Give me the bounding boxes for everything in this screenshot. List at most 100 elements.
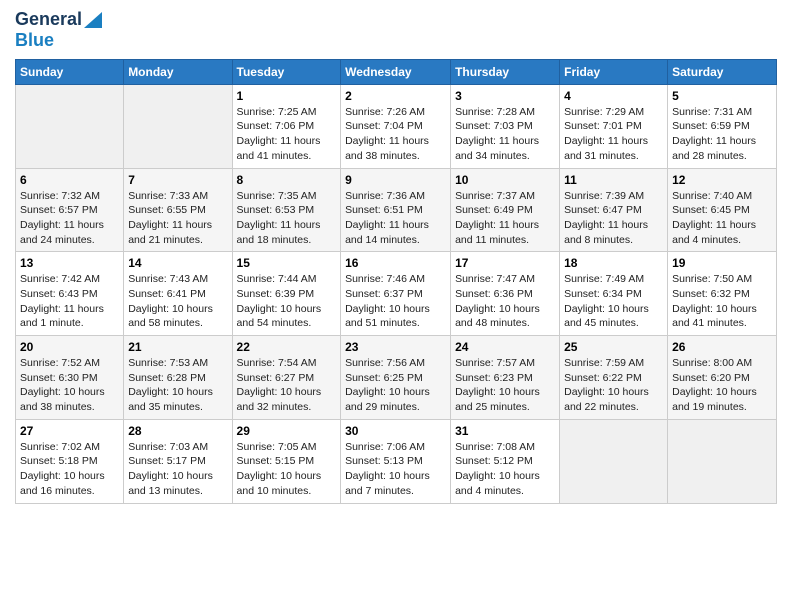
day-info: Sunrise: 7:40 AM Sunset: 6:45 PM Dayligh… xyxy=(672,189,772,248)
day-info: Sunrise: 7:37 AM Sunset: 6:49 PM Dayligh… xyxy=(455,189,555,248)
calendar-cell: 26 Sunrise: 8:00 AM Sunset: 6:20 PM Dayli… xyxy=(668,336,777,420)
day-number: 7 xyxy=(128,173,227,187)
day-number: 17 xyxy=(455,256,555,270)
day-number: 22 xyxy=(237,340,337,354)
calendar-cell xyxy=(124,84,232,168)
calendar-week-row: 13 Sunrise: 7:42 AM Sunset: 6:43 PM Dayli… xyxy=(16,252,777,336)
day-info: Sunrise: 7:06 AM Sunset: 5:13 PM Dayligh… xyxy=(345,440,446,499)
calendar-cell: 4Sunrise: 7:29 AM Sunset: 7:01 PM Daylig… xyxy=(560,84,668,168)
day-number: 26 xyxy=(672,340,772,354)
day-number: 11 xyxy=(564,173,663,187)
calendar-cell: 11 Sunrise: 7:39 AM Sunset: 6:47 PM Dayli… xyxy=(560,168,668,252)
day-info: Sunrise: 7:54 AM Sunset: 6:27 PM Dayligh… xyxy=(237,356,337,415)
calendar-cell xyxy=(16,84,124,168)
day-number: 18 xyxy=(564,256,663,270)
calendar-cell: 13 Sunrise: 7:42 AM Sunset: 6:43 PM Dayli… xyxy=(16,252,124,336)
calendar-cell: 29Sunrise: 7:05 AM Sunset: 5:15 PM Dayli… xyxy=(232,419,341,503)
day-info: Sunrise: 7:42 AM Sunset: 6:43 PM Dayligh… xyxy=(20,272,119,331)
calendar-cell: 25Sunrise: 7:59 AM Sunset: 6:22 PM Dayli… xyxy=(560,336,668,420)
calendar-week-row: 1 Sunrise: 7:25 AM Sunset: 7:06 PM Daylig… xyxy=(16,84,777,168)
day-of-week-header: Saturday xyxy=(668,59,777,84)
calendar-cell xyxy=(668,419,777,503)
calendar-cell: 28 Sunrise: 7:03 AM Sunset: 5:17 PM Dayli… xyxy=(124,419,232,503)
calendar-cell: 23 Sunrise: 7:56 AM Sunset: 6:25 PM Dayli… xyxy=(341,336,451,420)
logo-icon xyxy=(84,8,102,28)
day-info: Sunrise: 7:32 AM Sunset: 6:57 PM Dayligh… xyxy=(20,189,119,248)
calendar-cell: 15Sunrise: 7:44 AM Sunset: 6:39 PM Dayli… xyxy=(232,252,341,336)
day-number: 1 xyxy=(237,89,337,103)
day-info: Sunrise: 7:29 AM Sunset: 7:01 PM Dayligh… xyxy=(564,105,663,164)
calendar-cell: 16 Sunrise: 7:46 AM Sunset: 6:37 PM Dayli… xyxy=(341,252,451,336)
calendar-week-row: 20 Sunrise: 7:52 AM Sunset: 6:30 PM Dayli… xyxy=(16,336,777,420)
day-info: Sunrise: 7:25 AM Sunset: 7:06 PM Dayligh… xyxy=(237,105,337,164)
calendar-cell: 8 Sunrise: 7:35 AM Sunset: 6:53 PM Daylig… xyxy=(232,168,341,252)
calendar-cell: 6 Sunrise: 7:32 AM Sunset: 6:57 PM Daylig… xyxy=(16,168,124,252)
day-number: 23 xyxy=(345,340,446,354)
calendar-cell: 27Sunrise: 7:02 AM Sunset: 5:18 PM Dayli… xyxy=(16,419,124,503)
day-info: Sunrise: 7:02 AM Sunset: 5:18 PM Dayligh… xyxy=(20,440,119,499)
day-info: Sunrise: 7:46 AM Sunset: 6:37 PM Dayligh… xyxy=(345,272,446,331)
day-number: 12 xyxy=(672,173,772,187)
day-number: 28 xyxy=(128,424,227,438)
day-info: Sunrise: 7:33 AM Sunset: 6:55 PM Dayligh… xyxy=(128,189,227,248)
calendar-cell: 21 Sunrise: 7:53 AM Sunset: 6:28 PM Dayli… xyxy=(124,336,232,420)
day-number: 31 xyxy=(455,424,555,438)
day-info: Sunrise: 7:03 AM Sunset: 5:17 PM Dayligh… xyxy=(128,440,227,499)
calendar-cell xyxy=(560,419,668,503)
day-info: Sunrise: 7:57 AM Sunset: 6:23 PM Dayligh… xyxy=(455,356,555,415)
day-of-week-header: Monday xyxy=(124,59,232,84)
calendar-cell: 7 Sunrise: 7:33 AM Sunset: 6:55 PM Daylig… xyxy=(124,168,232,252)
day-info: Sunrise: 7:43 AM Sunset: 6:41 PM Dayligh… xyxy=(128,272,227,331)
day-of-week-header: Friday xyxy=(560,59,668,84)
calendar-cell: 30 Sunrise: 7:06 AM Sunset: 5:13 PM Dayli… xyxy=(341,419,451,503)
day-number: 30 xyxy=(345,424,446,438)
calendar-week-row: 27Sunrise: 7:02 AM Sunset: 5:18 PM Dayli… xyxy=(16,419,777,503)
calendar-cell: 22 Sunrise: 7:54 AM Sunset: 6:27 PM Dayli… xyxy=(232,336,341,420)
calendar-cell: 17Sunrise: 7:47 AM Sunset: 6:36 PM Dayli… xyxy=(451,252,560,336)
calendar-cell: 12 Sunrise: 7:40 AM Sunset: 6:45 PM Dayli… xyxy=(668,168,777,252)
calendar-cell: 19 Sunrise: 7:50 AM Sunset: 6:32 PM Dayli… xyxy=(668,252,777,336)
day-number: 20 xyxy=(20,340,119,354)
day-number: 19 xyxy=(672,256,772,270)
day-info: Sunrise: 7:50 AM Sunset: 6:32 PM Dayligh… xyxy=(672,272,772,331)
calendar-cell: 5Sunrise: 7:31 AM Sunset: 6:59 PM Daylig… xyxy=(668,84,777,168)
calendar-cell: 24 Sunrise: 7:57 AM Sunset: 6:23 PM Dayli… xyxy=(451,336,560,420)
logo-text-blue: Blue xyxy=(15,30,54,51)
day-number: 15 xyxy=(237,256,337,270)
day-info: Sunrise: 7:08 AM Sunset: 5:12 PM Dayligh… xyxy=(455,440,555,499)
calendar-cell: 20 Sunrise: 7:52 AM Sunset: 6:30 PM Dayli… xyxy=(16,336,124,420)
day-info: Sunrise: 7:56 AM Sunset: 6:25 PM Dayligh… xyxy=(345,356,446,415)
day-info: Sunrise: 7:53 AM Sunset: 6:28 PM Dayligh… xyxy=(128,356,227,415)
day-info: Sunrise: 7:35 AM Sunset: 6:53 PM Dayligh… xyxy=(237,189,337,248)
day-info: Sunrise: 7:52 AM Sunset: 6:30 PM Dayligh… xyxy=(20,356,119,415)
day-number: 10 xyxy=(455,173,555,187)
day-number: 21 xyxy=(128,340,227,354)
logo-text-general: General xyxy=(15,10,82,30)
calendar-cell: 14 Sunrise: 7:43 AM Sunset: 6:41 PM Dayli… xyxy=(124,252,232,336)
day-of-week-header: Sunday xyxy=(16,59,124,84)
day-info: Sunrise: 7:39 AM Sunset: 6:47 PM Dayligh… xyxy=(564,189,663,248)
day-number: 25 xyxy=(564,340,663,354)
day-info: Sunrise: 7:36 AM Sunset: 6:51 PM Dayligh… xyxy=(345,189,446,248)
day-info: Sunrise: 7:28 AM Sunset: 7:03 PM Dayligh… xyxy=(455,105,555,164)
calendar-week-row: 6 Sunrise: 7:32 AM Sunset: 6:57 PM Daylig… xyxy=(16,168,777,252)
day-number: 6 xyxy=(20,173,119,187)
day-number: 8 xyxy=(237,173,337,187)
day-info: Sunrise: 8:00 AM Sunset: 6:20 PM Dayligh… xyxy=(672,356,772,415)
day-of-week-header: Thursday xyxy=(451,59,560,84)
day-info: Sunrise: 7:26 AM Sunset: 7:04 PM Dayligh… xyxy=(345,105,446,164)
day-number: 2 xyxy=(345,89,446,103)
page-header: General Blue xyxy=(15,10,777,51)
calendar-cell: 3 Sunrise: 7:28 AM Sunset: 7:03 PM Daylig… xyxy=(451,84,560,168)
day-number: 14 xyxy=(128,256,227,270)
day-number: 16 xyxy=(345,256,446,270)
day-info: Sunrise: 7:05 AM Sunset: 5:15 PM Dayligh… xyxy=(237,440,337,499)
day-number: 24 xyxy=(455,340,555,354)
day-number: 13 xyxy=(20,256,119,270)
logo: General Blue xyxy=(15,10,102,51)
day-info: Sunrise: 7:31 AM Sunset: 6:59 PM Dayligh… xyxy=(672,105,772,164)
day-number: 3 xyxy=(455,89,555,103)
calendar-cell: 10 Sunrise: 7:37 AM Sunset: 6:49 PM Dayli… xyxy=(451,168,560,252)
day-of-week-header: Wednesday xyxy=(341,59,451,84)
calendar-cell: 18Sunrise: 7:49 AM Sunset: 6:34 PM Dayli… xyxy=(560,252,668,336)
